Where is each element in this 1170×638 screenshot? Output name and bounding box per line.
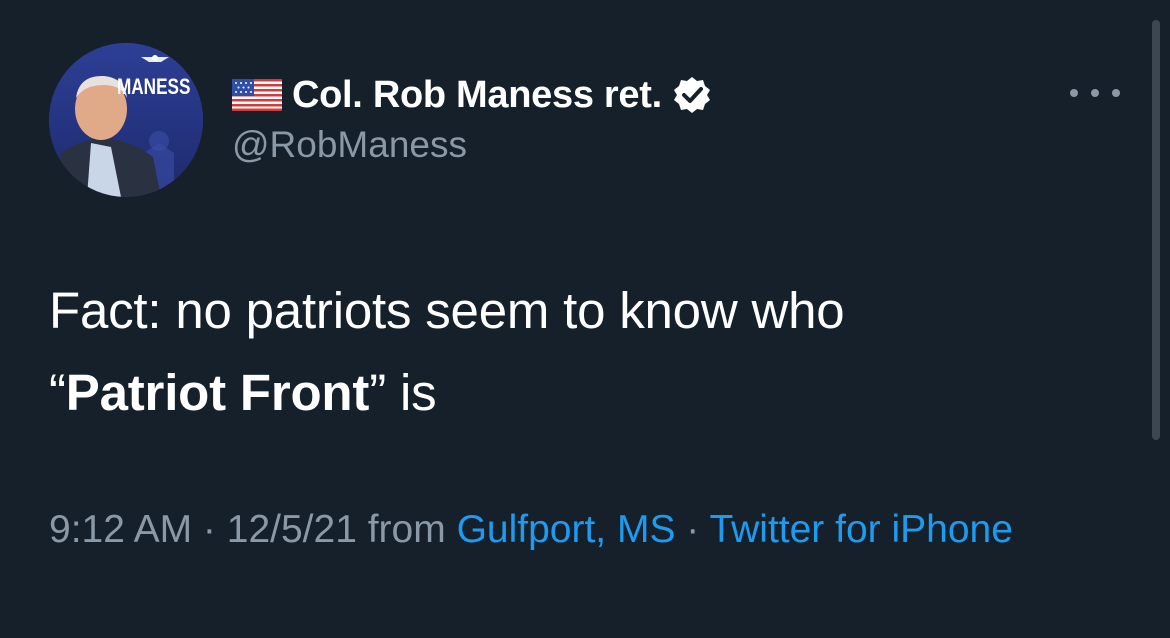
avatar-image — [49, 43, 203, 197]
more-options-icon-dot — [1112, 89, 1120, 97]
avatar-logo-text: MANESS — [117, 74, 191, 99]
tweet-meta: 9:12 AM · 12/5/21 from Gulfport, MS · Tw… — [49, 500, 1109, 560]
verified-badge-icon — [673, 77, 710, 113]
more-options-icon-dot — [1091, 89, 1099, 97]
us-flag-icon — [232, 79, 282, 111]
tweet-text-close-quote: ” — [369, 364, 386, 421]
tweet-container: MANESS Col. Rob Maness ret. @RobManess F… — [0, 0, 1170, 638]
location-link[interactable]: Gulfport, MS — [457, 508, 676, 551]
scrollbar[interactable] — [1152, 20, 1160, 440]
tweet-text-end: is — [385, 364, 437, 421]
tweet-text-open-quote: “ — [49, 364, 66, 421]
handle[interactable]: @RobManess — [232, 124, 467, 166]
meta-separator-2: · — [675, 508, 710, 551]
display-name[interactable]: Col. Rob Maness ret. — [292, 74, 662, 117]
meta-separator: · — [192, 508, 227, 551]
tweet-time[interactable]: 9:12 AM — [49, 508, 192, 551]
source-link[interactable]: Twitter for iPhone — [709, 508, 1012, 551]
more-options-icon — [1070, 89, 1078, 97]
more-options-button[interactable] — [1070, 80, 1120, 106]
tweet-text-bold: Patriot Front — [65, 364, 370, 421]
from-label: from — [356, 508, 457, 551]
tweet-text-line1: Fact: no patriots seem to know who — [49, 282, 845, 339]
name-row: Col. Rob Maness ret. — [232, 70, 712, 120]
tweet-date[interactable]: 12/5/21 — [227, 508, 357, 551]
tweet-text: Fact: no patriots seem to know who “Patr… — [49, 270, 1109, 434]
avatar[interactable]: MANESS — [49, 43, 203, 197]
